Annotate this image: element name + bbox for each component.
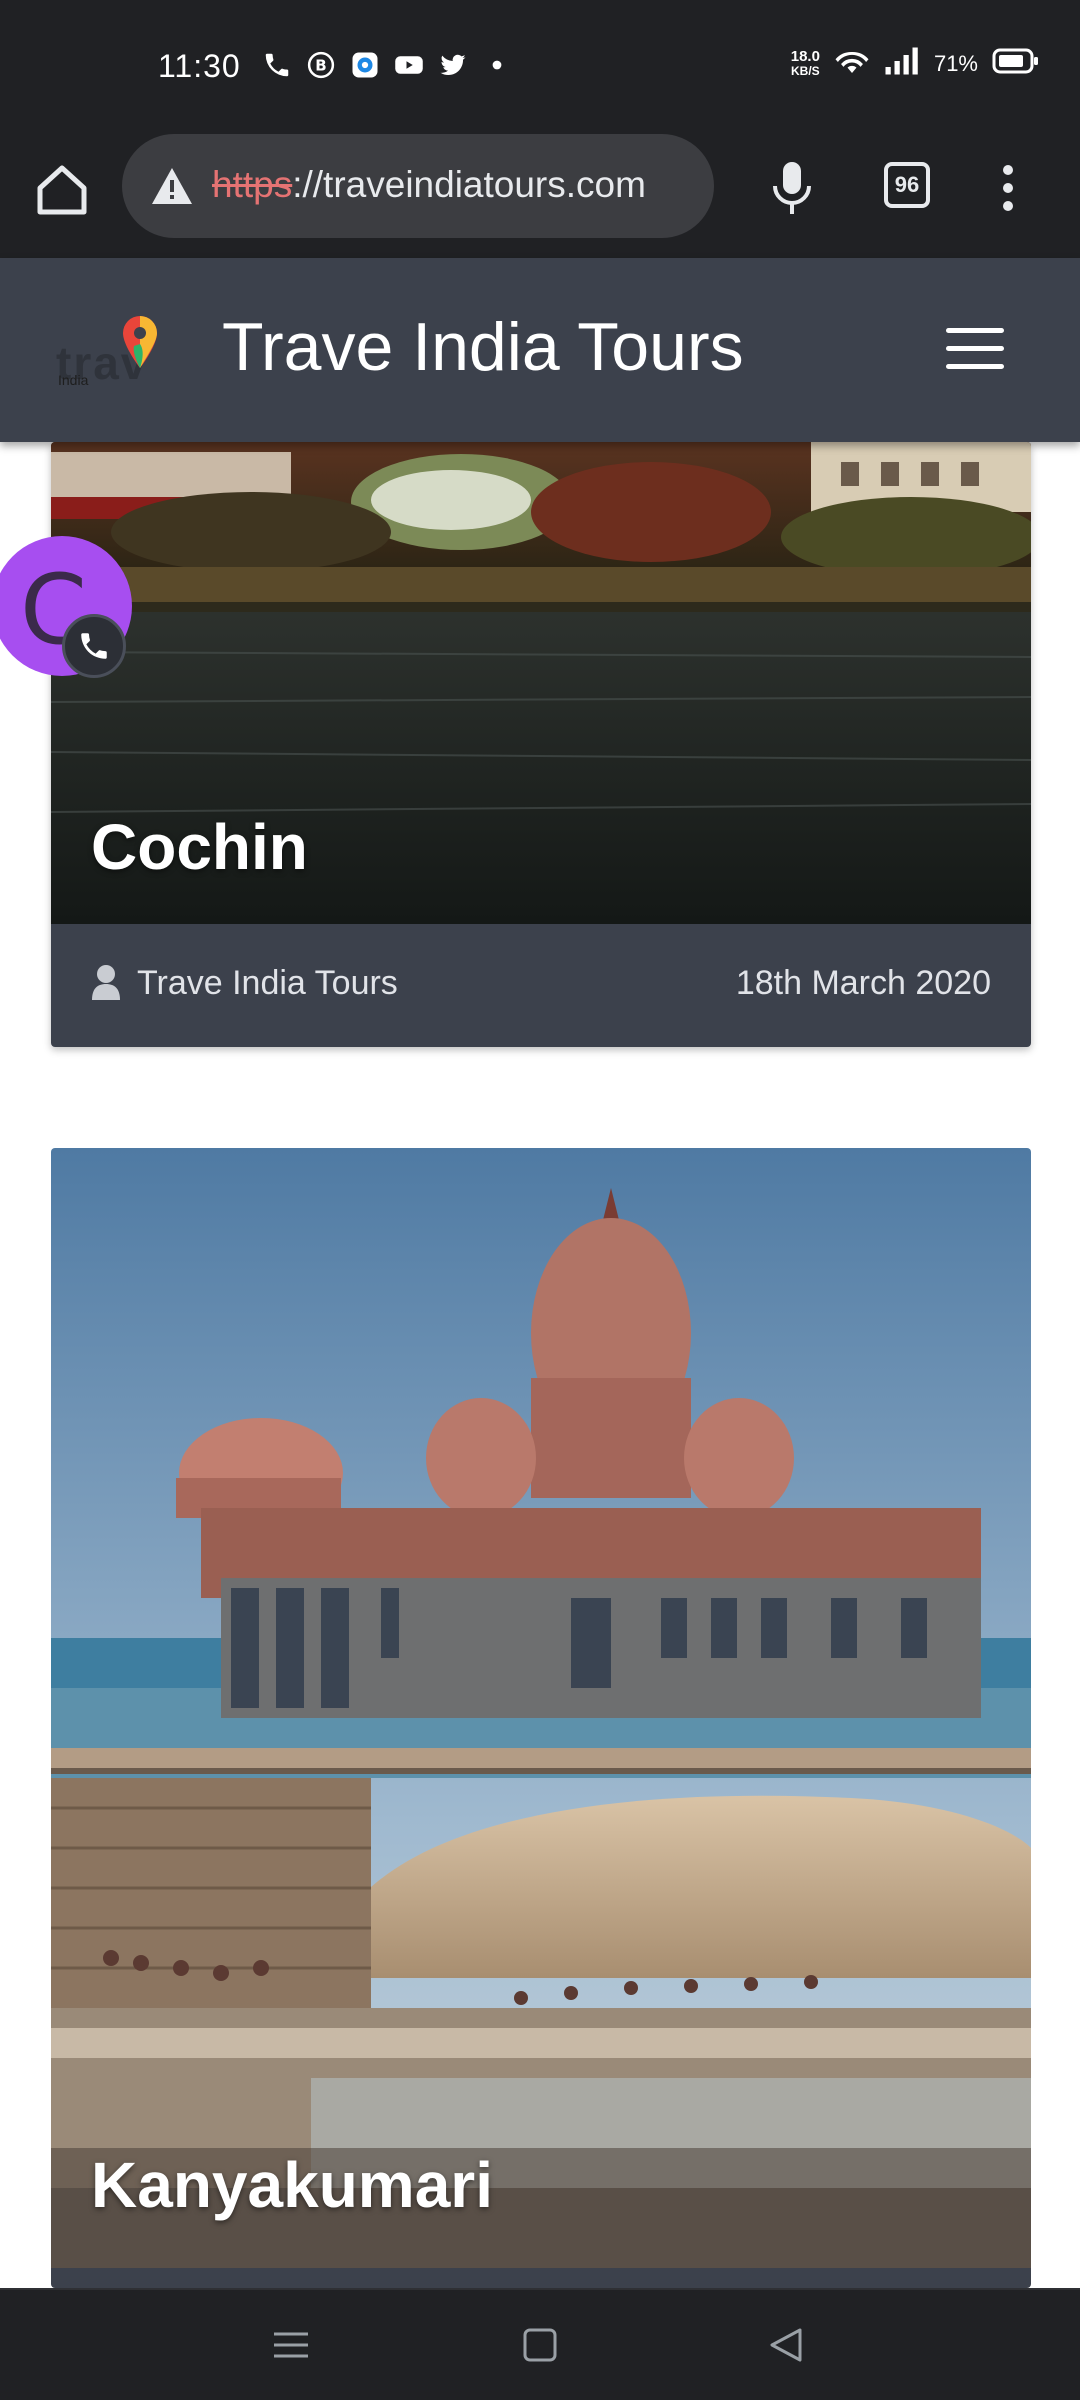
url-domain: ://traveindiatours.com: [292, 164, 646, 205]
system-indicators: 18.0 KB/S 71%: [791, 46, 1040, 81]
back-button[interactable]: [762, 2320, 812, 2370]
notification-icons: B: [262, 50, 512, 80]
site-title[interactable]: Trave India Tours: [222, 308, 744, 386]
b-circle-icon: B: [306, 50, 336, 80]
site-logo[interactable]: trav India: [56, 314, 186, 394]
card-title[interactable]: Cochin: [91, 810, 308, 884]
network-speed-unit: KB/S: [791, 63, 820, 78]
destination-image-kanyakumari[interactable]: [51, 1148, 1031, 2268]
call-chat-bubble[interactable]: C: [0, 536, 132, 678]
map-pin-icon: [123, 316, 157, 368]
logo-subtitle: India: [58, 372, 89, 388]
svg-text:B: B: [315, 57, 326, 75]
card-date: 18th March 2020: [735, 964, 991, 1002]
youtube-icon: [394, 50, 424, 80]
network-speed-value: 18.0: [790, 47, 820, 65]
destination-card-kanyakumari[interactable]: Kanyakumari: [51, 1148, 1031, 2288]
site-header: trav India Trave India Tours: [0, 258, 1080, 442]
card-author: Trave India Tours: [137, 964, 398, 1002]
more-vertical-icon: [1003, 165, 1013, 211]
tab-switcher-button[interactable]: 96: [884, 162, 930, 208]
network-speed: 18.0 KB/S: [791, 49, 820, 79]
home-icon: [37, 165, 87, 215]
app-notification-icon: [350, 50, 380, 80]
browser-toolbar: https://traveindiatours.com 96: [0, 134, 1080, 258]
status-bar: 11:30 B 18.0 KB/S 71%: [0, 0, 1080, 134]
url-scheme: https: [212, 164, 293, 205]
back-triangle-icon: [770, 2328, 802, 2362]
wifi-icon: [834, 46, 870, 81]
square-home-icon: [523, 2328, 557, 2362]
hamburger-line: [946, 364, 1004, 369]
status-time: 11:30: [158, 48, 241, 84]
url-text[interactable]: https://traveindiatours.com: [212, 164, 646, 206]
hamburger-line: [946, 328, 1004, 333]
signal-icon: [884, 46, 920, 81]
destination-card-cochin[interactable]: Cochin Trave India Tours 18th March 2020: [51, 442, 1031, 1047]
battery-icon: [992, 47, 1040, 80]
system-navigation-bar: [0, 2288, 1080, 2400]
menu-lines-icon: [274, 2332, 308, 2358]
phone-call-icon: [262, 50, 292, 80]
address-bar[interactable]: https://traveindiatours.com: [122, 134, 714, 238]
phone-icon: [62, 614, 126, 678]
card-meta: [51, 2268, 1031, 2288]
user-icon: [92, 965, 120, 1000]
site-menu-button[interactable]: [946, 328, 1004, 372]
microphone-icon: [773, 162, 811, 214]
browser-menu-button[interactable]: [996, 158, 1020, 218]
recent-apps-button[interactable]: [266, 2320, 316, 2370]
battery-percentage: 71%: [933, 50, 978, 76]
twitter-icon: [438, 50, 468, 80]
not-secure-warning-icon[interactable]: [150, 166, 194, 206]
card-meta: Trave India Tours 18th March 2020: [51, 924, 1031, 1047]
home-button[interactable]: [515, 2320, 565, 2370]
browser-home-button[interactable]: [32, 160, 92, 220]
hamburger-line: [946, 346, 1004, 351]
voice-search-button[interactable]: [764, 158, 820, 218]
card-title[interactable]: Kanyakumari: [91, 2148, 493, 2222]
more-notifications-dot-icon: [482, 50, 512, 80]
